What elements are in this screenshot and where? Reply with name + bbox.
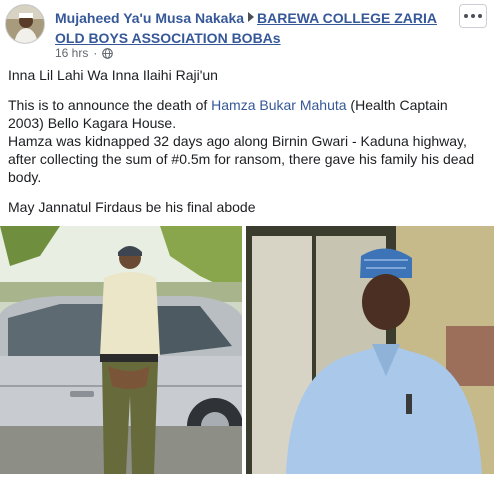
photo-man-in-cap	[246, 226, 494, 474]
mention-link[interactable]: Hamza Bukar Mahuta	[211, 97, 346, 113]
post-line-condolence: Inna Lil Lahi Wa Inna Ilaihi Raji'un	[8, 67, 218, 83]
photo-man-by-car	[0, 226, 242, 474]
more-options-icon	[464, 14, 468, 18]
meta-separator: ·	[93, 46, 98, 60]
post-meta: 16 hrs ·	[55, 46, 114, 60]
post-header: Mujaheed Ya'u Musa Nakaka BAREWA COLLEGE …	[0, 0, 494, 62]
globe-icon[interactable]	[102, 47, 114, 59]
announcement-prefix: This is to announce the death of	[8, 97, 212, 113]
post-author-line: Mujaheed Ya'u Musa Nakaka BAREWA COLLEGE …	[55, 8, 455, 48]
post-timestamp[interactable]: 16 hrs	[55, 46, 88, 60]
arrow-right-icon	[248, 12, 255, 22]
more-options-button[interactable]	[459, 4, 487, 28]
avatar[interactable]	[5, 4, 45, 44]
more-options-icon-dot	[471, 14, 475, 18]
post-line-prayer: May Jannatul Firdaus be his final abode	[8, 199, 256, 215]
post-photo-left[interactable]	[0, 226, 242, 474]
author-name-link[interactable]: Mujaheed Ya'u Musa Nakaka	[55, 10, 244, 26]
post-text: Inna Lil Lahi Wa Inna Ilaihi Raji'un Thi…	[8, 66, 486, 228]
more-options-icon-dot	[478, 14, 482, 18]
post-line-announcement: This is to announce the death of Hamza B…	[8, 96, 486, 132]
post-line-details: Hamza was kidnapped 32 days ago along Bi…	[8, 133, 475, 185]
post-photo-right[interactable]	[246, 226, 494, 474]
avatar-photo	[6, 5, 44, 43]
